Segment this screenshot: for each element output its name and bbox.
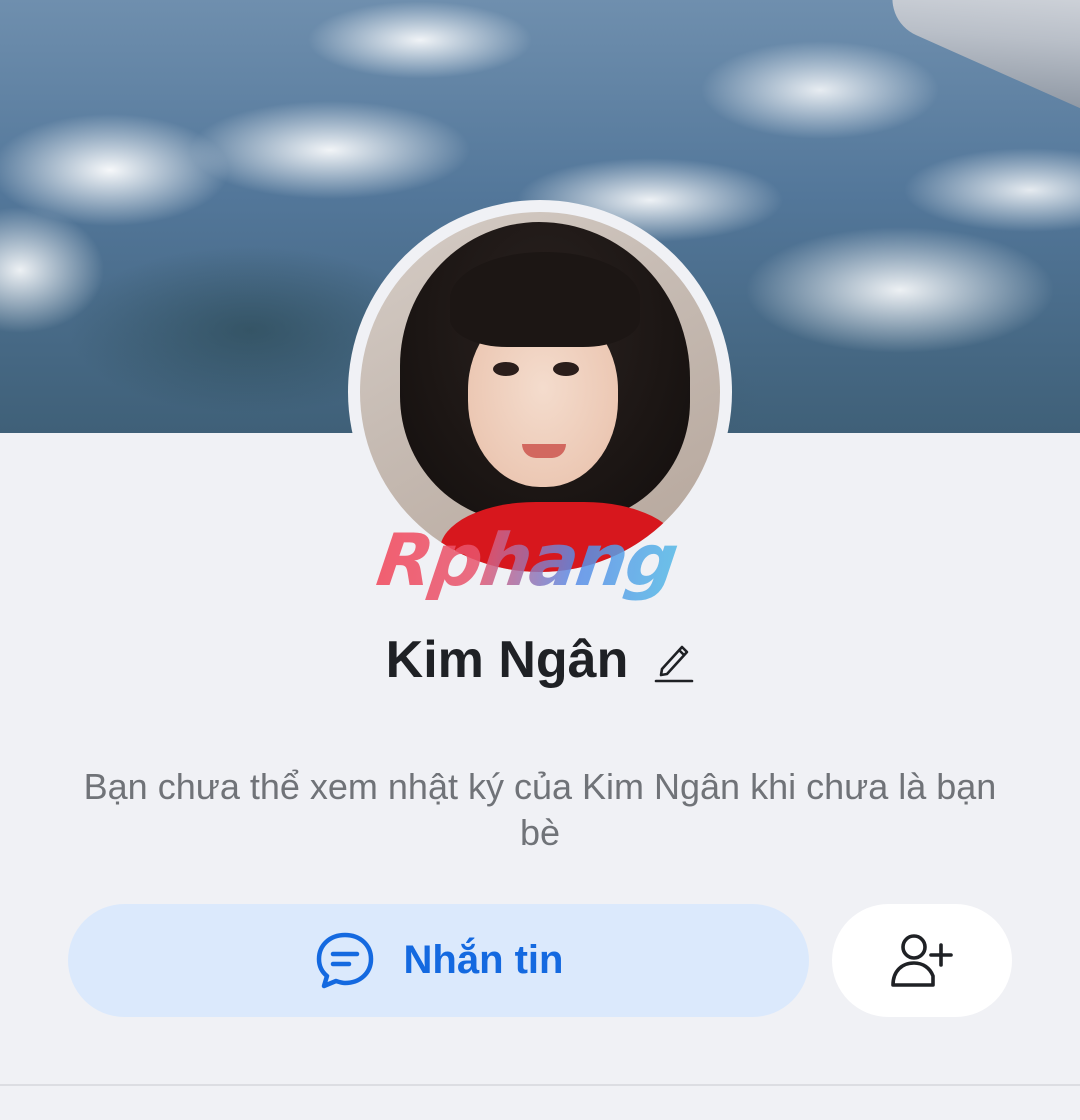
avatar-eye-left [493,362,519,376]
section-divider [0,1084,1080,1086]
profile-name: Kim Ngân [385,631,629,689]
restriction-message: Bạn chưa thể xem nhật ký của Kim Ngân kh… [83,766,997,853]
message-button-label: Nhắn tin [403,938,564,982]
add-friend-button[interactable] [832,904,1012,1017]
airplane-wing [879,0,1080,113]
avatar-bangs [450,252,640,347]
chat-bubble-icon [316,932,373,988]
profile-name-row: Kim Ngân [0,628,1080,692]
avatar-eye-right [553,362,579,376]
message-button[interactable]: Nhắn tin [68,904,809,1017]
add-friend-icon [891,933,953,987]
watermark-logo: Rphang [372,515,715,605]
pencil-icon[interactable] [654,637,694,683]
